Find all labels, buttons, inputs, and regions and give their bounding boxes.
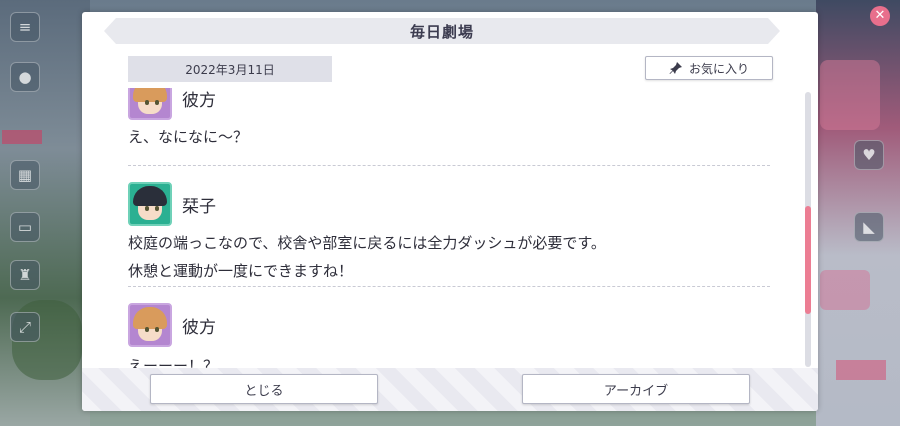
favorite-button[interactable]: お気に入り	[645, 56, 773, 80]
avatar	[128, 88, 172, 120]
close-x-icon: ✕	[870, 6, 890, 26]
archive-button[interactable]: アーカイブ	[522, 374, 750, 404]
divider	[128, 286, 770, 287]
avatar	[128, 182, 172, 226]
message-line: 校庭の端っこなので、校舎や部室に戻るには全力ダッシュが必要です。	[128, 234, 606, 252]
close-button[interactable]: とじる	[150, 374, 378, 404]
shoe-icon: ◣	[854, 212, 884, 242]
chat-icon: ●	[10, 62, 40, 92]
speaker-name: 彼方	[182, 90, 216, 111]
list-item: 栞子 校庭の端っこなので、校舎や部室に戻るには全力ダッシュが必要です。 休憩と運…	[128, 182, 770, 284]
speaker-name: 彼方	[182, 317, 216, 338]
scrollbar-thumb[interactable]	[805, 206, 811, 314]
pin-icon	[669, 62, 682, 74]
heart-icon: ♥	[854, 140, 884, 170]
trophy-icon: ♜	[10, 260, 40, 290]
date-label: 2022年3月11日	[128, 56, 332, 82]
list-item: 彼方 え、なになに～？	[128, 88, 770, 150]
list-item: 彼方 えーーー！？	[128, 303, 770, 372]
expand-icon: ⤢	[10, 312, 40, 342]
dialog-title-bar: 毎日劇場	[104, 18, 780, 44]
avatar	[128, 303, 172, 347]
speaker-name: 栞子	[182, 196, 216, 217]
present-icon: ▦	[10, 160, 40, 190]
message-line: え、なになに～？	[128, 128, 249, 146]
scrollbar[interactable]	[805, 92, 811, 367]
daily-theater-dialog: 毎日劇場 2022年3月11日 お気に入り 彼方 え、なになに～？ 栞子 校庭の…	[82, 12, 818, 411]
dialog-title: 毎日劇場	[409, 22, 474, 41]
divider	[128, 165, 770, 166]
monitor-icon: ▭	[10, 212, 40, 242]
favorite-label: お気に入り	[688, 61, 749, 76]
chat-log[interactable]: 彼方 え、なになに～？ 栞子 校庭の端っこなので、校舎や部室に戻るには全力ダッシ…	[128, 88, 776, 372]
message-line: 休憩と運動が一度にできますね！	[128, 262, 354, 280]
menu-icon: ≡	[10, 12, 40, 42]
